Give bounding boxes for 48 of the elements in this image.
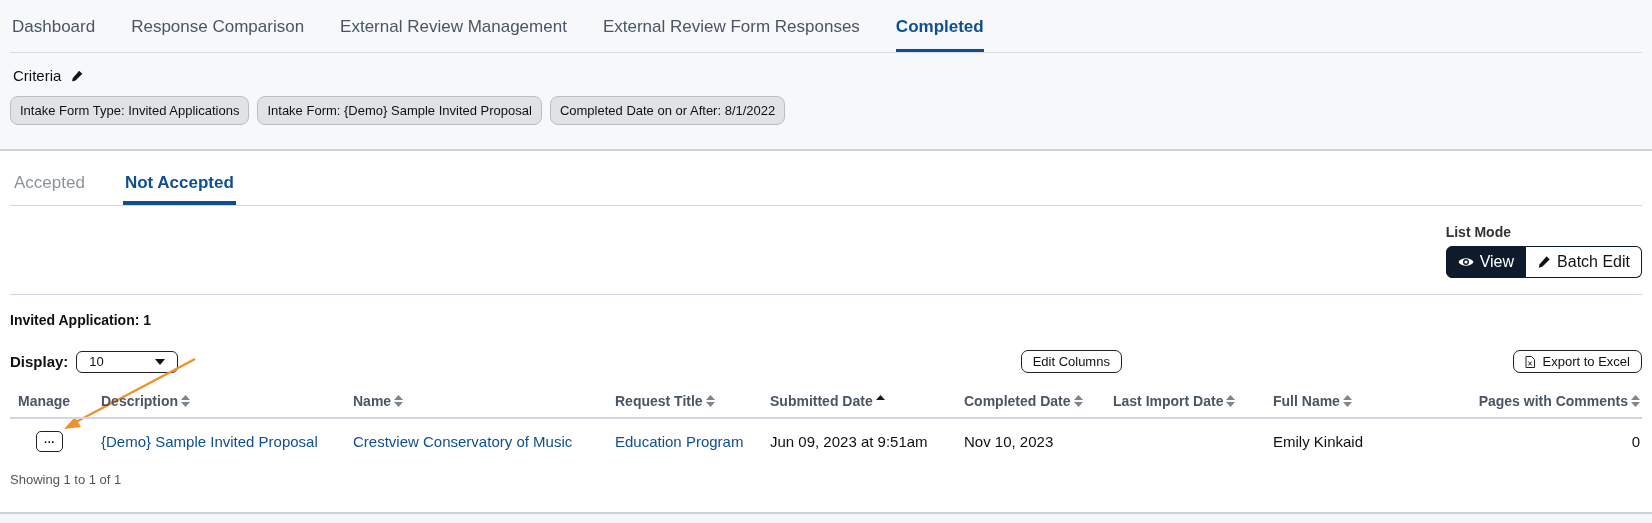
file-icon: [1524, 355, 1535, 368]
pagination-info: Showing 1 to 1 of 1: [10, 472, 123, 487]
record-count: Invited Application: 1: [10, 312, 153, 328]
filter-chip: Intake Form Type: Invited Applications: [10, 96, 250, 125]
nav-tab[interactable]: Completed: [895, 17, 984, 52]
sort-icon[interactable]: [394, 395, 404, 407]
eye-icon: [1457, 256, 1474, 268]
nav-tab[interactable]: Response Comparison: [131, 17, 305, 52]
column-header[interactable]: Request Title: [615, 393, 703, 409]
nav-tab[interactable]: Dashboard: [12, 17, 96, 52]
table-cell: 0: [1631, 433, 1640, 450]
mode-toggle-button[interactable]: View: [1445, 246, 1527, 278]
more-button[interactable]: ···: [36, 431, 63, 452]
export-button[interactable]: Export to Excel: [1512, 350, 1642, 373]
sort-icon[interactable]: [1073, 395, 1083, 407]
column-header[interactable]: Full Name: [1273, 393, 1340, 409]
filter-chip: Completed Date on or After: 8/1/2022: [549, 96, 786, 125]
column-header: Manage: [18, 393, 71, 409]
table-cell: Jun 09, 2023 at 9:51am: [770, 433, 928, 450]
sort-icon[interactable]: [705, 395, 715, 407]
nav-tab[interactable]: External Review Form Responses: [602, 17, 860, 52]
column-header[interactable]: Completed Date: [964, 393, 1071, 409]
table-link[interactable]: {Demo} Sample Invited Proposal: [101, 433, 318, 450]
table-cell: Nov 10, 2023: [964, 433, 1054, 450]
sort-icon[interactable]: [181, 395, 190, 407]
sort-icon[interactable]: [1226, 395, 1236, 407]
pencil-icon: [1537, 255, 1552, 269]
display-label: Display:: [10, 353, 69, 370]
filter-chip: Intake Form: {Demo} Sample Invited Proposal: [257, 96, 542, 125]
sort-ascending-icon[interactable]: [875, 395, 885, 400]
table-link[interactable]: Education Program: [615, 433, 744, 450]
table-link[interactable]: Crestview Conservatory of Music: [353, 433, 573, 450]
sort-icon[interactable]: [1631, 395, 1640, 407]
status-tab[interactable]: Not Accepted: [122, 173, 236, 205]
list-mode-label: List Mode: [1445, 224, 1512, 240]
criteria-label: Criteria: [13, 67, 62, 84]
column-header[interactable]: Submitted Date: [770, 393, 873, 409]
nav-tab[interactable]: External Review Management: [340, 17, 567, 52]
column-header[interactable]: Name: [353, 393, 392, 409]
sort-icon[interactable]: [1342, 395, 1352, 407]
table-cell: Emily Kinkaid: [1273, 433, 1364, 450]
page-size-dropdown[interactable]: 10: [76, 350, 179, 373]
mode-toggle-button[interactable]: Batch Edit: [1526, 246, 1642, 278]
pencil-icon[interactable]: [71, 69, 84, 82]
column-header[interactable]: Last Import Date: [1113, 393, 1224, 409]
caret-icon: [155, 358, 166, 365]
column-header[interactable]: Pages with Comments: [1478, 393, 1628, 409]
edit-columns-button[interactable]: Edit Columns: [1020, 350, 1122, 373]
